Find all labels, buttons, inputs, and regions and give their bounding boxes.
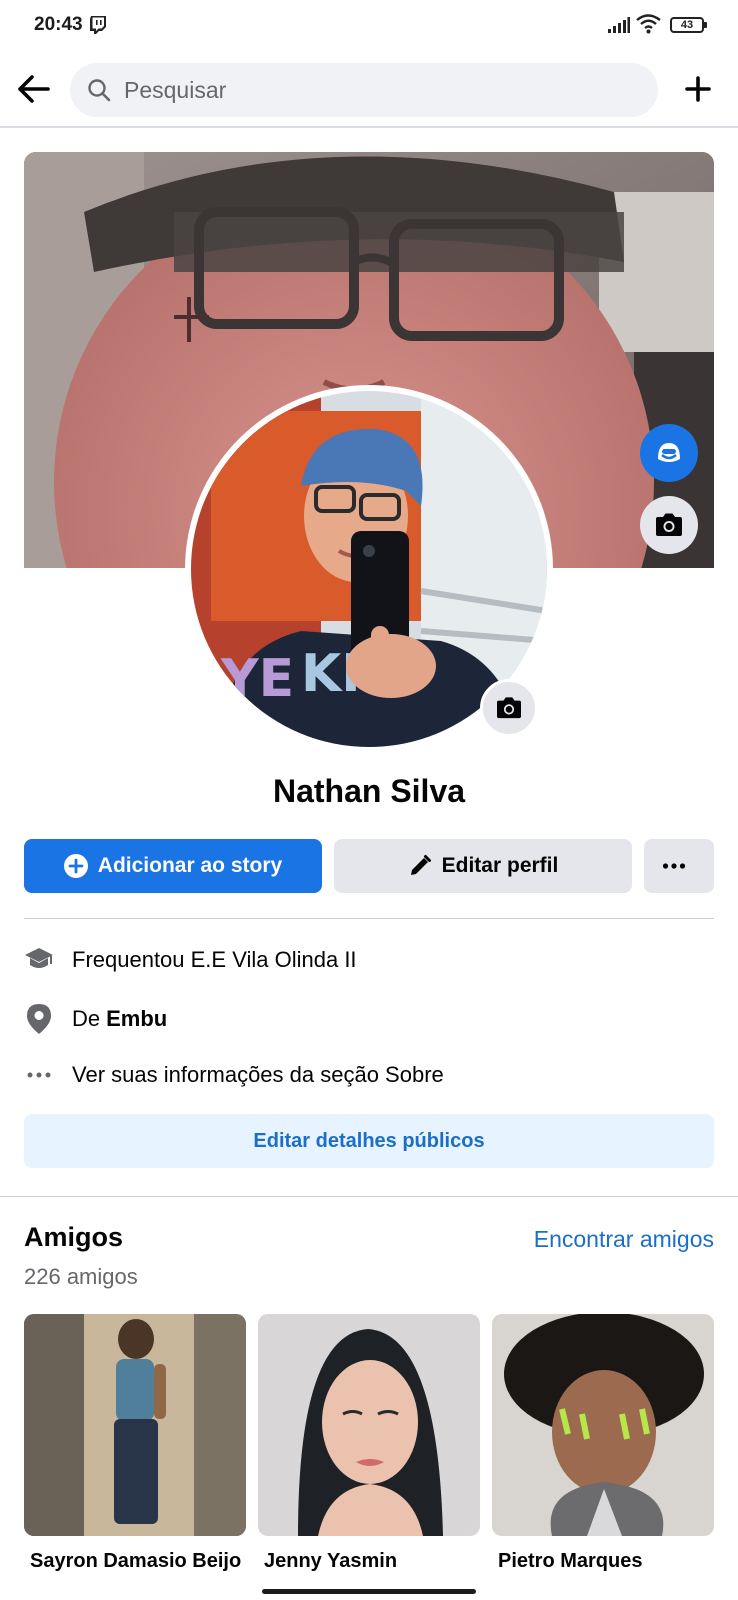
top-bar (0, 52, 738, 128)
add-to-story-button[interactable]: Adicionar ao story (24, 839, 322, 893)
signal-icon (608, 17, 630, 33)
camera-icon (497, 697, 521, 719)
battery-icon: 43 (670, 17, 707, 33)
pencil-icon (410, 855, 431, 875)
friend-photo[interactable] (24, 1314, 246, 1536)
search-input[interactable] (124, 63, 644, 117)
avatar-icon (658, 443, 680, 462)
profile-name: Nathan Silva (272, 773, 466, 809)
find-friends-link[interactable]: Encontrar amigos (534, 1226, 714, 1253)
location-pin-icon (24, 1004, 54, 1034)
home-indicator[interactable] (262, 1589, 476, 1594)
friend-photo[interactable] (258, 1314, 480, 1536)
more-horizontal-icon (24, 1060, 54, 1090)
status-time: 20:43 (34, 14, 83, 35)
divider (24, 918, 714, 919)
more-button[interactable] (644, 839, 714, 893)
cover-camera-button[interactable] (640, 496, 698, 554)
svg-text:YE: YE (220, 649, 294, 709)
friend-card[interactable]: Jenny Yasmin (258, 1314, 480, 1573)
friend-photo[interactable] (492, 1314, 714, 1536)
friends-title: Amigos (24, 1222, 124, 1252)
search-icon (88, 79, 111, 102)
wifi-icon (636, 14, 661, 34)
back-button[interactable] (14, 69, 54, 109)
edit-public-details-button[interactable]: Editar detalhes públicos (24, 1114, 714, 1168)
education-text: Frequentou E.E Vila Olinda II (72, 947, 357, 972)
detail-education: Frequentou E.E Vila Olinda II (24, 940, 714, 980)
friend-card[interactable]: Pietro Marques (492, 1314, 714, 1573)
add-to-story-label: Adicionar ao story (97, 854, 283, 877)
friend-name: Sayron Damasio Beijo (30, 1550, 242, 1572)
friend-name: Pietro Marques (498, 1550, 643, 1572)
section-divider (0, 1196, 738, 1197)
more-horizontal-icon (662, 863, 686, 869)
twitch-icon (90, 16, 106, 34)
hometown-prefix: De (72, 1006, 101, 1031)
plus-circle-icon (63, 854, 88, 878)
search-bar[interactable] (70, 63, 658, 117)
edit-profile-button[interactable]: Editar perfil (334, 839, 632, 893)
detail-about[interactable]: Ver suas informações da seção Sobre (24, 1055, 714, 1095)
about-link-text: Ver suas informações da seção Sobre (72, 1062, 444, 1087)
arrow-left-icon (18, 75, 50, 103)
friend-name: Jenny Yasmin (264, 1550, 398, 1572)
profile-camera-button[interactable] (480, 679, 538, 737)
status-bar: 20:43 43 (0, 0, 738, 52)
hometown-text: Embu (106, 1006, 168, 1031)
camera-icon (656, 513, 682, 536)
create-button[interactable] (678, 69, 718, 109)
detail-hometown: De Embu (24, 999, 714, 1039)
plus-icon (685, 76, 711, 102)
friends-count: 226 amigos (24, 1264, 138, 1289)
avatar-button[interactable] (640, 424, 698, 482)
friend-card[interactable]: Sayron Damasio Beijo (24, 1314, 246, 1573)
graduation-cap-icon (24, 945, 54, 975)
edit-profile-label: Editar perfil (441, 854, 559, 877)
